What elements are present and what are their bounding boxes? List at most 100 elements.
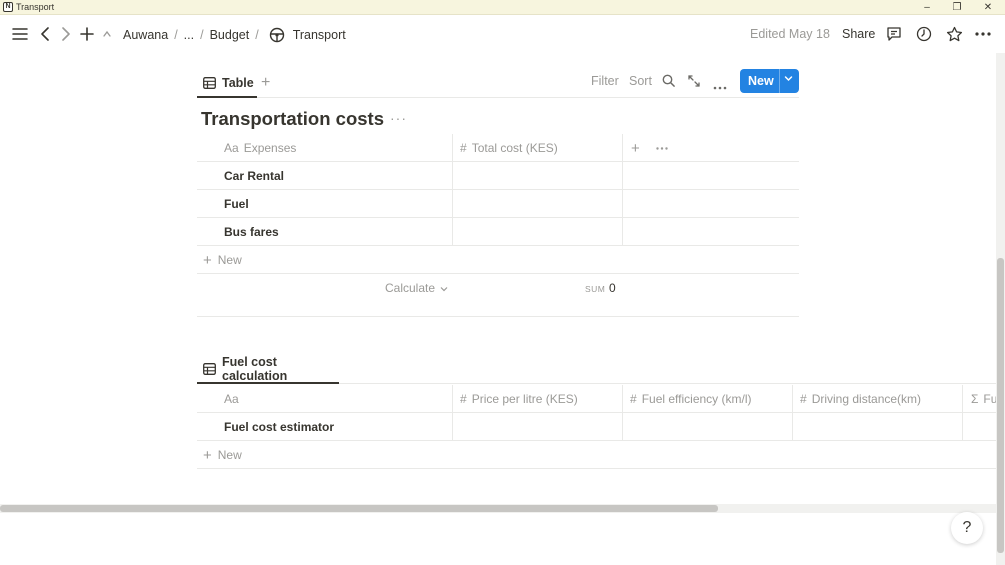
column-header-expenses[interactable]: Aa Expenses [224, 134, 452, 162]
tab-table[interactable]: Table [197, 70, 257, 98]
new-row-content: + New [203, 441, 403, 469]
breadcrumb-item-budget[interactable]: Budget [208, 28, 252, 42]
column-header-total-cost[interactable]: # Total cost (KES) [460, 134, 620, 162]
text-property-icon: Aa [224, 141, 239, 155]
sort-button[interactable]: Sort [629, 74, 652, 88]
database-title[interactable]: Transportation costs [201, 108, 384, 130]
total-cost-cell[interactable] [453, 162, 622, 190]
sum-value[interactable]: 0 [609, 281, 616, 295]
estimator-name-cell[interactable]: Fuel cost estimator [224, 413, 452, 441]
formula-property-icon: Σ [971, 392, 979, 406]
horizontal-scrollbar[interactable] [0, 504, 996, 513]
plus-icon: + [203, 446, 212, 464]
horizontal-scrollbar-thumb[interactable] [0, 505, 718, 512]
breadcrumb-item-auwana[interactable]: Auwana [121, 28, 170, 42]
window-title: Transport [16, 2, 55, 12]
window-titlebar: N Transport – ❐ ✕ [0, 0, 1005, 15]
price-cell[interactable] [453, 413, 622, 441]
distance-cell[interactable] [793, 413, 962, 441]
table-row[interactable]: Car Rental [197, 162, 799, 190]
help-button[interactable]: ? [951, 512, 983, 544]
number-property-icon: # [630, 392, 637, 406]
forward-arrow-icon[interactable] [56, 24, 76, 44]
expense-name-cell[interactable]: Bus fares [224, 218, 452, 246]
close-window-button[interactable]: ✕ [973, 0, 1003, 15]
add-page-icon[interactable] [77, 24, 97, 44]
tab-table-label: Table [222, 76, 254, 90]
vertical-scrollbar[interactable] [996, 53, 1005, 565]
column-header-driving-distance[interactable]: # Driving distance(km) [800, 385, 960, 413]
steering-wheel-icon [269, 27, 285, 43]
column-header-fuel-efficiency[interactable]: # Fuel efficiency (km/l) [630, 385, 790, 413]
restore-button[interactable]: ❐ [942, 0, 972, 15]
table-icon [203, 363, 216, 375]
new-row-content: + New [203, 246, 403, 274]
number-property-icon: # [460, 141, 467, 155]
filter-button[interactable]: Filter [591, 74, 619, 88]
share-button[interactable]: Share [842, 27, 875, 41]
search-icon[interactable] [662, 74, 675, 90]
column-divider [962, 413, 963, 441]
plus-icon: + [203, 251, 212, 269]
topbar: Auwana / ... / Budget / Transport Edited… [0, 15, 1005, 53]
efficiency-cell[interactable] [623, 413, 792, 441]
sum-label[interactable]: SUM [585, 284, 605, 294]
column-divider [962, 385, 963, 413]
breadcrumb-separator: / [174, 28, 178, 42]
table-icon [203, 77, 216, 89]
calculate-dropdown[interactable]: Calculate [385, 281, 448, 295]
column-header-formula[interactable]: Σ Fu [971, 385, 996, 413]
expense-name-cell[interactable]: Car Rental [224, 162, 452, 190]
breadcrumb-item-transport[interactable]: Transport [291, 28, 348, 42]
fuel-cost-table: Aa # Price per litre (KES) # Fuel effici… [197, 385, 996, 469]
breadcrumb-separator: / [255, 28, 259, 42]
expand-icon[interactable] [688, 75, 700, 90]
text-property-icon: Aa [224, 392, 239, 406]
column-header-label: Expenses [243, 141, 297, 155]
database-more-icon[interactable]: ··· [390, 110, 407, 126]
chevron-down-icon [440, 287, 448, 292]
new-entry-button[interactable]: New [740, 69, 799, 93]
breadcrumb-separator: / [200, 28, 204, 42]
tab-fuel-cost-calculation[interactable]: Fuel cost calculation [197, 355, 339, 384]
total-cost-cell[interactable] [453, 190, 622, 218]
vertical-scrollbar-thumb[interactable] [997, 258, 1004, 553]
favorite-star-icon[interactable] [944, 24, 964, 44]
column-header-label: Total cost (KES) [471, 141, 558, 155]
collapse-up-icon[interactable] [97, 24, 117, 44]
add-view-icon[interactable]: + [261, 74, 270, 92]
sidebar-menu-icon[interactable] [10, 24, 30, 44]
table-row[interactable]: Bus fares [197, 218, 799, 246]
column-header-name[interactable]: Aa [224, 385, 452, 413]
new-row-label: New [217, 253, 242, 267]
chevron-down-icon[interactable] [784, 74, 793, 86]
new-button-divider [779, 69, 780, 93]
table-row[interactable]: Fuel cost estimator [197, 413, 996, 441]
table-row[interactable]: Fuel [197, 190, 799, 218]
property-more-icon[interactable] [656, 134, 672, 162]
expense-name-cell[interactable]: Fuel [224, 190, 452, 218]
new-row-button[interactable]: + New [197, 246, 799, 274]
column-divider [622, 162, 623, 190]
column-divider [622, 218, 623, 246]
number-property-icon: # [800, 392, 807, 406]
comments-icon[interactable] [884, 24, 904, 44]
add-property-icon[interactable]: + [631, 134, 645, 162]
column-header-label: Driving distance(km) [811, 392, 922, 406]
history-clock-icon[interactable] [914, 24, 934, 44]
column-header-label: Fu [983, 392, 996, 406]
total-cost-cell[interactable] [453, 218, 622, 246]
column-header-price-per-litre[interactable]: # Price per litre (KES) [460, 385, 620, 413]
new-row-button[interactable]: + New [197, 441, 996, 469]
back-arrow-icon[interactable] [35, 24, 55, 44]
column-divider [452, 385, 453, 413]
view-more-icon[interactable] [713, 79, 727, 93]
column-divider [622, 134, 623, 162]
minimize-button[interactable]: – [912, 0, 942, 15]
calculation-row: Calculate SUM 0 [197, 275, 799, 317]
breadcrumb-item-ellipsis[interactable]: ... [182, 28, 196, 42]
edited-timestamp: Edited May 18 [750, 27, 830, 41]
table-header-row: Aa Expenses # Total cost (KES) + [197, 134, 799, 162]
number-property-icon: # [460, 392, 467, 406]
more-options-icon[interactable] [973, 24, 993, 44]
